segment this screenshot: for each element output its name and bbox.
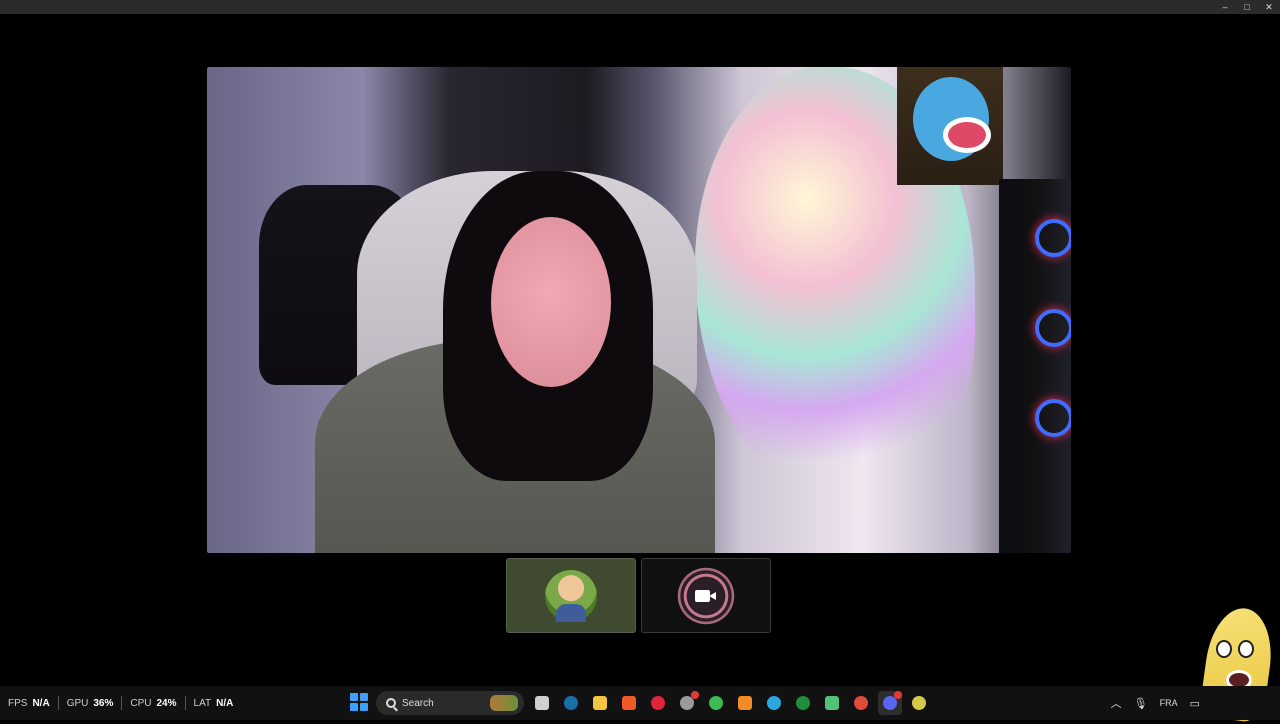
minimize-button[interactable]: –: [1214, 0, 1236, 14]
chevron-up-icon[interactable]: ︿: [1111, 695, 1122, 711]
stat-cpu: CPU 24%: [130, 696, 186, 710]
stat-lat: LAT N/A: [194, 696, 242, 710]
poster-mouth: [943, 117, 991, 153]
person-face: [491, 217, 611, 387]
pc-fan: [1035, 309, 1071, 347]
call-stage: [0, 14, 1280, 686]
pc-case: [999, 179, 1071, 553]
camera-icon: [695, 588, 717, 604]
stat-gpu: GPU 36%: [67, 696, 123, 710]
search-icon: [386, 698, 396, 708]
close-button[interactable]: ✕: [1258, 0, 1280, 14]
display-icon[interactable]: ▭: [1190, 697, 1200, 710]
window-title-bar: – □ ✕: [0, 0, 1280, 14]
avatar-ring: [676, 565, 736, 626]
participant-thumbnails: [506, 558, 771, 633]
notification-badge: [691, 691, 699, 699]
photoshop-icon[interactable]: [733, 691, 757, 715]
chrome-icon[interactable]: [704, 691, 728, 715]
poster-face: [913, 77, 991, 161]
opera-icon[interactable]: [646, 691, 670, 715]
maximize-button[interactable]: □: [1236, 0, 1258, 14]
search-highlight-icon: [490, 695, 518, 711]
stat-fps: FPS N/A: [8, 696, 59, 710]
stat-label: LAT: [193, 697, 212, 709]
stat-label: FPS: [8, 697, 28, 709]
stat-value: N/A: [32, 697, 50, 709]
system-tray: ︿ 🎙 FRA ▭: [1111, 686, 1200, 720]
chrome-2-icon[interactable]: [849, 691, 873, 715]
xbox-icon[interactable]: [791, 691, 815, 715]
participant-tile[interactable]: [641, 558, 771, 633]
media-player-icon[interactable]: [820, 691, 844, 715]
stat-value: N/A: [216, 697, 234, 709]
windows-logo-icon: [350, 693, 358, 701]
steam-icon[interactable]: [559, 691, 583, 715]
microphone-icon[interactable]: 🎙: [1134, 697, 1148, 710]
participant-tile[interactable]: [506, 558, 636, 633]
task-view-icon[interactable]: [530, 691, 554, 715]
banana-eye: [1238, 640, 1254, 658]
telegram-icon[interactable]: [762, 691, 786, 715]
language-indicator[interactable]: FRA: [1160, 698, 1178, 708]
file-explorer-icon[interactable]: [588, 691, 612, 715]
avatar-body: [556, 603, 586, 622]
start-button[interactable]: [350, 693, 368, 711]
discord-icon[interactable]: [878, 691, 902, 715]
stat-value: 24%: [156, 697, 177, 709]
performance-overlay: FPS N/A GPU 36% CPU 24% LAT N/A: [8, 686, 249, 720]
window-controls: – □ ✕: [1214, 0, 1280, 14]
banana-eye: [1216, 640, 1232, 658]
search-placeholder: Search: [402, 697, 434, 709]
notification-badge: [894, 691, 902, 699]
stat-value: 36%: [93, 697, 114, 709]
cartoon-avatar-icon: [545, 569, 597, 622]
stat-label: GPU: [66, 697, 89, 709]
wall-poster: [897, 67, 1003, 185]
brave-icon[interactable]: [617, 691, 641, 715]
pc-fan: [1035, 399, 1071, 437]
taskbar: FPS N/A GPU 36% CPU 24% LAT N/A Search ︿…: [0, 686, 1280, 720]
clock-app-icon[interactable]: [675, 691, 699, 715]
taskbar-search[interactable]: Search: [376, 691, 524, 715]
stat-label: CPU: [130, 697, 152, 709]
smiley-app-icon[interactable]: [907, 691, 931, 715]
pinned-apps: [530, 691, 931, 715]
main-video-feed[interactable]: [207, 67, 1071, 553]
pc-fan: [1035, 219, 1071, 257]
